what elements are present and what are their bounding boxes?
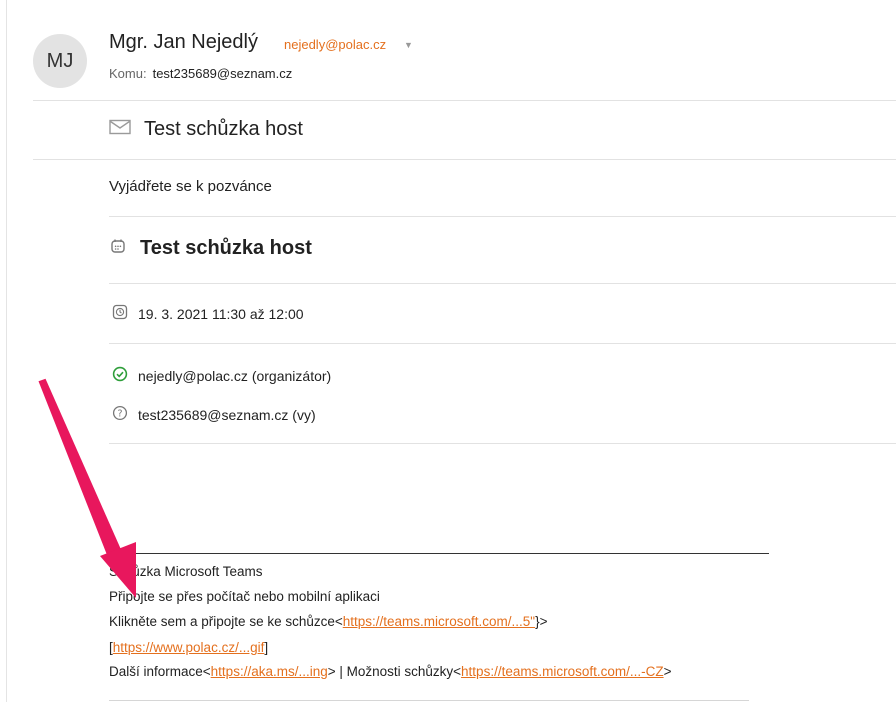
chevron-down-icon[interactable]: ▼ [404,40,413,50]
divider [109,283,896,284]
join-meeting-link[interactable]: https://teams.microsoft.com/...5" [343,614,535,629]
attendee-self: test235689@seznam.cz (vy) [138,406,316,423]
more-info-link[interactable]: https://aka.ms/...ing [211,664,328,679]
sender-name[interactable]: Mgr. Jan Nejedlý [109,31,258,54]
signature-rule [109,553,769,554]
more-info-line: Další informace<https://aka.ms/...ing> |… [109,664,671,679]
join-line: Klikněte sem a připojte se ke schůzce<ht… [109,614,548,629]
image-line: [https://www.polac.cz/...gif] [109,640,268,655]
divider [109,216,896,217]
pane-divider [6,0,7,702]
clock-icon [112,304,128,323]
meeting-options-link[interactable]: https://teams.microsoft.com/...-CZ [461,664,664,679]
options-end: > [663,664,672,679]
recipient-email[interactable]: test235689@seznam.cz [153,66,293,81]
divider [109,700,749,701]
avatar[interactable]: MJ [33,34,87,88]
question-circle-icon: ? [112,405,128,424]
recipient-line: Komu: test235689@seznam.cz [109,66,292,81]
divider [109,443,896,444]
connect-line: Připojte se přes počítač nebo mobilní ap… [109,589,380,604]
event-datetime-row: 19. 3. 2021 11:30 až 12:00 [112,304,304,323]
bracket-close: ] [264,640,269,655]
teams-title: Schůzka Microsoft Teams [109,564,263,579]
attendee-row: nejedly@polac.cz (organizátor) [112,366,331,385]
event-datetime: 19. 3. 2021 11:30 až 12:00 [138,305,304,322]
sender-email[interactable]: nejedly@polac.cz [284,37,386,52]
calendar-icon [110,238,126,259]
options-text: > | Možnosti schůzky< [327,664,462,679]
divider [33,159,896,160]
check-circle-icon [112,366,128,385]
attendee-organizer: nejedly@polac.cz (organizátor) [138,367,332,384]
more-info-text: Další informace< [109,664,211,679]
event-title-row: Test schůzka host [110,237,312,260]
subject-line: Test schůzka host [109,117,303,141]
attendee-row: ? test235689@seznam.cz (vy) [112,405,316,424]
svg-text:?: ? [117,409,122,420]
email-reading-pane: MJ Mgr. Jan Nejedlý nejedly@polac.cz ▼ K… [0,0,896,702]
divider [109,343,896,344]
join-end: }> [535,614,548,629]
join-text: Klikněte sem a připojte se ke schůzce< [109,614,343,629]
envelope-icon [109,119,131,140]
avatar-initials: MJ [46,49,74,72]
image-link[interactable]: https://www.polac.cz/...gif [113,640,265,655]
invite-prompt: Vyjádřete se k pozvánce [109,178,272,195]
subject-title: Test schůzka host [144,117,303,140]
event-title: Test schůzka host [140,237,312,259]
divider [33,100,896,101]
recipient-label: Komu: [109,66,147,81]
